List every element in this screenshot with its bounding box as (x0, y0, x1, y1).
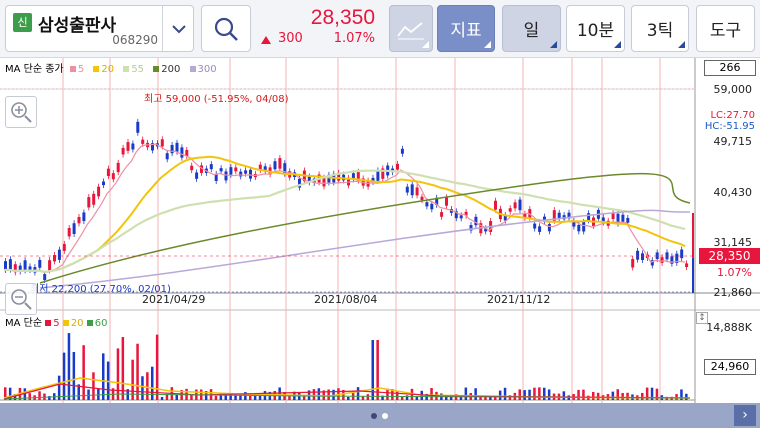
price-ma-legend: MA 단순 종가 5 20 55 200 300 (5, 60, 223, 75)
ma-legend-item: 20 (93, 64, 117, 75)
page-indicator-dot[interactable] (371, 413, 377, 419)
date-label: 2021/11/12 (487, 293, 551, 306)
current-rate-marker: 1.07% (717, 266, 752, 279)
current-volume-marker: 24,960 (704, 359, 756, 375)
zoom-out-button[interactable] (5, 283, 37, 315)
stock-selector[interactable]: 신 삼성출판사 068290 (5, 5, 194, 52)
price-ma-legend-title: MA 단순 종가 (5, 64, 64, 75)
axis-top-value: 266 (704, 60, 756, 76)
corner-marker (484, 41, 491, 48)
price-change: 300 (278, 31, 303, 46)
search-icon (214, 17, 238, 41)
ma-legend-item: 60 (86, 318, 107, 329)
next-page-button[interactable]: › (734, 405, 756, 426)
chevron-down-icon (171, 24, 186, 33)
stock-dropdown-button[interactable] (162, 6, 194, 51)
price-change-rate: 1.07% (333, 31, 375, 46)
period-day-label: 일 (523, 21, 540, 41)
resize-handle-icon[interactable]: ↕ (696, 312, 708, 324)
high-annotation: 최고 59,000 (-51.95%, 04/08) (144, 94, 289, 105)
stock-code: 068290 (112, 33, 158, 47)
corner-marker (550, 41, 557, 48)
top-toolbar: 신 삼성출판사 068290 28,350 300 1.07% 지표 일 10분… (0, 0, 760, 58)
tools-button[interactable]: 도구 (696, 5, 755, 52)
volume-axis-label: 14,888K (706, 321, 752, 334)
volume-legend-title: MA 단순 (5, 318, 43, 329)
period-day-button[interactable]: 일 (502, 5, 561, 52)
axis-label: 59,000 (713, 83, 753, 96)
ma-legend-item: 200 (153, 64, 183, 75)
period-tick-label: 3틱 (646, 21, 674, 41)
corner-marker (678, 41, 685, 48)
ma-legend-item: 20 (62, 318, 84, 329)
ma-legend-item: 55 (123, 64, 147, 75)
chart-type-button[interactable] (389, 5, 433, 52)
tools-button-label: 도구 (709, 21, 742, 41)
volume-ma-legend: MA 단순 5 20 60 (5, 314, 107, 329)
zoom-in-icon (11, 102, 32, 123)
date-label: 2021/08/04 (314, 293, 378, 306)
current-price: 28,350 (310, 6, 375, 29)
hc-label: HC:-51.95 (704, 121, 755, 132)
indicator-button-label: 지표 (450, 21, 482, 41)
zoom-in-button[interactable] (5, 96, 37, 128)
footer-bar: › (0, 403, 760, 428)
line-chart-icon (397, 21, 424, 39)
chevron-right-icon: › (742, 407, 748, 423)
axis-label: 40,430 (713, 186, 753, 199)
period-minute-label: 10분 (576, 21, 615, 41)
date-label: 2021/04/29 (142, 293, 206, 306)
ma-legend-item: 300 (189, 64, 220, 75)
period-minute-button[interactable]: 10분 (566, 5, 625, 52)
corner-marker (422, 41, 429, 48)
ma-legend-item: 5 (45, 318, 60, 329)
page-indicator-dot-active[interactable] (382, 413, 388, 419)
stock-chart-canvas[interactable] (0, 58, 760, 403)
corner-marker (614, 41, 621, 48)
axis-label: 49,715 (713, 135, 753, 148)
indicator-button[interactable]: 지표 (437, 5, 495, 52)
lc-label: LC:27.70 (710, 110, 755, 121)
zoom-out-icon (11, 289, 32, 310)
axis-label: 21,860 (713, 286, 753, 299)
stock-badge: 신 (13, 13, 32, 32)
ma-legend-item: 5 (69, 64, 87, 75)
chart-area[interactable]: MA 단순 종가 5 20 55 200 300 266 59,000 49,7… (0, 58, 760, 403)
current-price-marker: 28,350 (699, 248, 760, 264)
search-button[interactable] (201, 5, 251, 52)
period-tick-button[interactable]: 3틱 (631, 5, 689, 52)
up-triangle-icon (261, 36, 271, 44)
